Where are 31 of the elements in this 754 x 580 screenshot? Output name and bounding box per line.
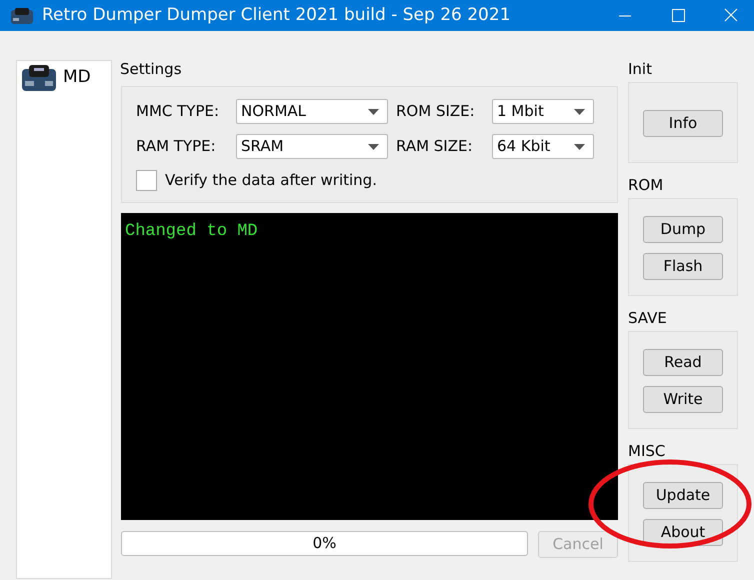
dropdown-field[interactable]: NORMAL xyxy=(236,99,388,124)
field-label: MMC TYPE: xyxy=(136,101,220,122)
action-button[interactable]: Read xyxy=(643,349,723,376)
log-line: Changed to MD xyxy=(125,220,259,242)
console-icon xyxy=(10,6,34,24)
checkbox-label: Verify the data after writing. xyxy=(165,170,377,191)
dropdown-field[interactable]: 1 Mbit xyxy=(492,99,594,124)
dropdown-field[interactable]: 64 Kbit xyxy=(492,134,594,159)
field-label: ROM SIZE: xyxy=(396,101,476,122)
group-label: ROM xyxy=(628,176,664,194)
action-button[interactable]: Flash xyxy=(643,253,723,280)
group-label: SAVE xyxy=(628,309,668,327)
field-label: RAM TYPE: xyxy=(136,136,217,158)
caret-icon xyxy=(368,144,379,150)
group-label: MISC xyxy=(628,442,666,460)
console-icon xyxy=(21,64,57,92)
progress-text: 0% xyxy=(312,532,336,554)
window-title: Retro Dumper Dumper Client 2021 build - Sep 26 2021 xyxy=(42,4,512,27)
action-button[interactable]: Write xyxy=(643,386,723,413)
caret-icon xyxy=(574,144,585,150)
sidebar-item[interactable]: MD xyxy=(17,61,111,95)
dropdown-field[interactable]: SRAM xyxy=(236,134,388,159)
caret-icon xyxy=(368,108,379,114)
action-button[interactable]: Info xyxy=(643,110,723,137)
field-label: RAM SIZE: xyxy=(396,136,474,158)
group-label: Settings xyxy=(120,60,183,78)
checkbox[interactable] xyxy=(136,170,157,191)
action-button[interactable]: Dump xyxy=(643,216,723,243)
group-label: Init xyxy=(628,60,653,78)
action-button[interactable]: Update xyxy=(643,482,723,509)
caret-icon xyxy=(574,108,585,114)
